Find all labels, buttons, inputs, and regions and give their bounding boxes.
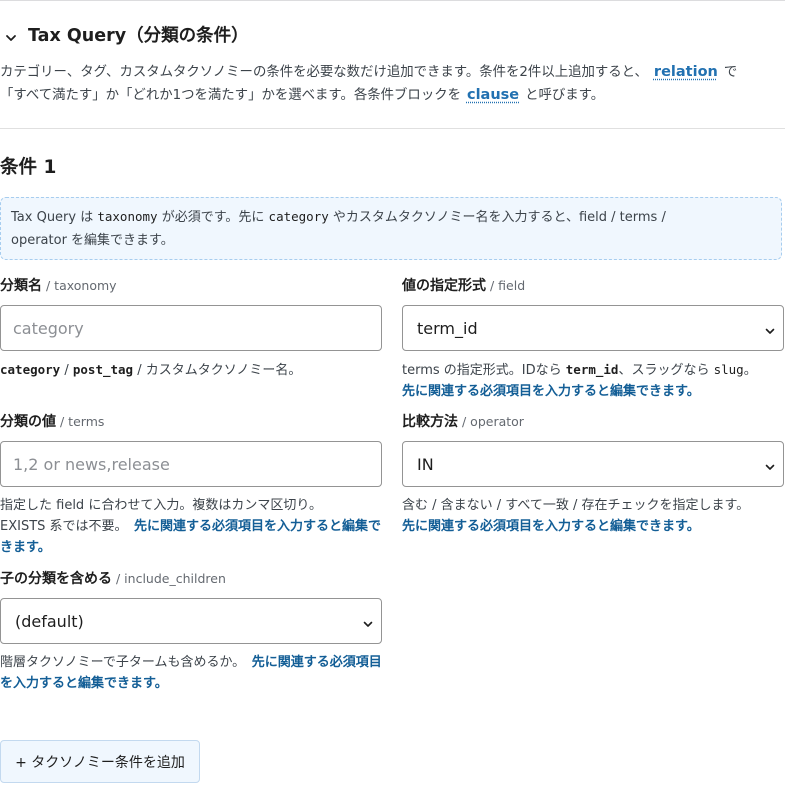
help-code: slug (713, 362, 744, 377)
notice-code: taxonomy (97, 209, 158, 224)
clause-link[interactable]: clause (467, 87, 519, 103)
help-text: terms の指定形式。IDなら (402, 363, 566, 378)
operator-help: 含む / 含まない / すべて一致 / 存在チェックを指定します。 先に関連する必… (402, 495, 784, 537)
intro-text: と呼びます。 (525, 88, 605, 103)
label-text: 分類名 (0, 278, 42, 294)
section-description: カテゴリー、タグ、カスタムタクソノミーの条件を必要な数だけ追加できます。条件を2… (0, 61, 785, 107)
label-sub: / operator (462, 414, 524, 429)
add-taxonomy-condition-button[interactable]: + タクソノミー条件を追加 (0, 740, 200, 783)
include-children-field: 子の分類を含める / include_children (default) 階層タ… (0, 568, 382, 694)
help-text: 、スラッグなら (618, 363, 714, 378)
help-text: 。 (743, 363, 757, 378)
taxonomy-required-notice: Tax Query は taxonomy が必須です。先に category や… (0, 197, 782, 260)
operator-select[interactable]: IN (402, 441, 784, 487)
include-children-select-wrap: (default) (0, 598, 382, 644)
help-text: / カスタムタクソノミー名。 (133, 363, 302, 378)
label-text: 分類の値 (0, 414, 56, 430)
help-code: post_tag (72, 362, 134, 377)
notice-text: operator を編集できます。 (11, 233, 174, 248)
taxonomy-input[interactable] (0, 305, 382, 351)
terms-input[interactable] (0, 441, 382, 487)
field-label: 値の指定形式 / field (402, 275, 784, 295)
field-label: 分類の値 / terms (0, 411, 382, 431)
help-text: / (60, 363, 73, 378)
label-text: 子の分類を含める (0, 571, 112, 587)
tax-query-section-toggle[interactable]: Tax Query（分類の条件） (4, 20, 249, 48)
taxonomy-help: category / post_tag / カスタムタクソノミー名。 (0, 359, 382, 381)
notice-text: やカスタムタクソノミー名を入力すると、field / terms / (328, 210, 666, 225)
help-text: 指定した field に合わせて入力。複数はカンマ区切り。 (0, 498, 323, 513)
required-note: 先に関連する必須項目を入力すると編集できます。 (402, 519, 700, 534)
terms-field: 分類の値 / terms 指定した field に合わせて入力。複数はカンマ区切り… (0, 411, 382, 558)
intro-text: で (723, 65, 738, 80)
relation-link[interactable]: relation (654, 64, 718, 80)
field-select[interactable]: term_id (402, 305, 784, 351)
clause-title: 条件 1 (0, 157, 57, 178)
help-text: 階層タクソノミーで子タームも含めるか。 (0, 655, 239, 670)
operator-select-wrap: IN (402, 441, 784, 487)
label-sub: / terms (60, 414, 105, 429)
include-children-help: 階層タクソノミーで子タームも含めるか。 先に関連する必須項目を入力すると編集でき… (0, 652, 382, 694)
help-code: category (0, 362, 61, 377)
label-sub: / taxonomy (46, 278, 117, 293)
field-label: 子の分類を含める / include_children (0, 568, 382, 588)
field-label: 比較方法 / operator (402, 411, 784, 431)
chevron-down-icon (4, 31, 18, 45)
intro-text: カテゴリー、タグ、カスタムタクソノミーの条件を必要な数だけ追加できます。条件を2… (0, 65, 648, 80)
notice-text: が必須です。先に (157, 210, 269, 225)
label-sub: / include_children (116, 571, 226, 586)
clause-divider (0, 128, 785, 129)
field-help: terms の指定形式。IDなら term_id、スラッグなら slug。先に関… (402, 359, 784, 402)
field-label: 分類名 / taxonomy (0, 275, 382, 295)
taxonomy-field: 分類名 / taxonomy category / post_tag / カスタム… (0, 275, 382, 381)
terms-help: 指定した field に合わせて入力。複数はカンマ区切り。 EXISTS 系では不… (0, 495, 382, 558)
field-select-wrap: term_id (402, 305, 784, 351)
section-title: Tax Query（分類の条件） (28, 25, 249, 46)
field-format-field: 値の指定形式 / field term_id terms の指定形式。IDなら t… (402, 275, 784, 402)
notice-text: Tax Query は (11, 210, 98, 225)
notice-code: category (268, 209, 329, 224)
intro-text: 「すべて満たす」か「どれか1つを満たす」かを選べます。各条件ブロックを (0, 88, 461, 103)
operator-field: 比較方法 / operator IN 含む / 含まない / すべて一致 / 存在… (402, 411, 784, 537)
label-sub: / field (490, 278, 526, 293)
label-text: 値の指定形式 (402, 278, 486, 294)
top-divider (0, 0, 785, 1)
help-code: term_id (565, 362, 619, 377)
help-text: 含む / 含まない / すべて一致 / 存在チェックを指定します。 (402, 498, 750, 513)
help-text: EXISTS 系では不要。 (0, 519, 122, 534)
required-note: 先に関連する必須項目を入力すると編集できます。 (402, 384, 700, 399)
label-text: 比較方法 (402, 414, 458, 430)
include-children-select[interactable]: (default) (0, 598, 382, 644)
